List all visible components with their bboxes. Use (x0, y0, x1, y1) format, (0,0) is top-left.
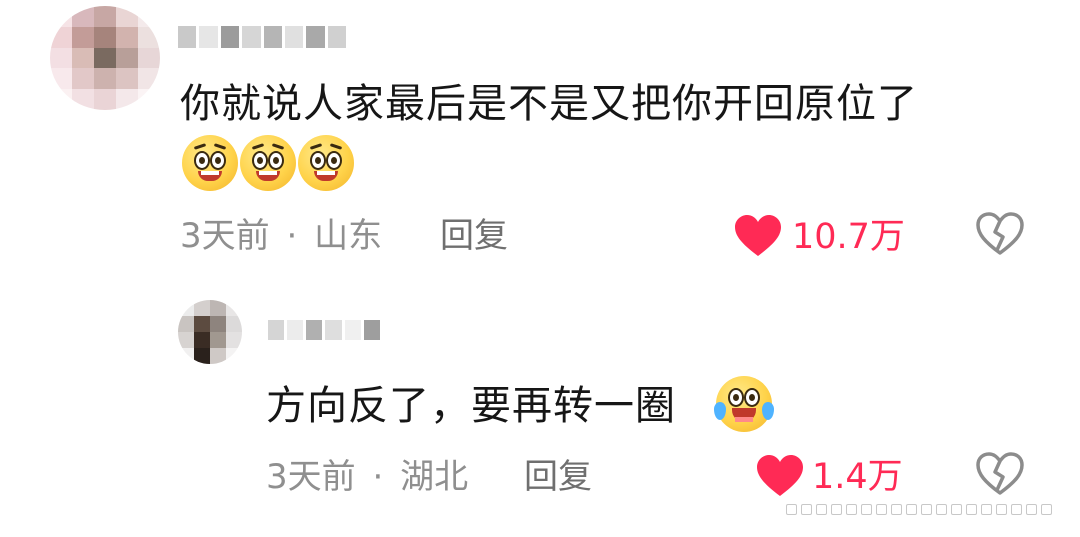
tears-of-joy-emoji (714, 376, 774, 432)
comment-meta: 3天前 · 山东 (180, 216, 382, 256)
like-count: 1.4万 (812, 457, 903, 497)
avatar[interactable] (50, 6, 160, 110)
reply-username[interactable] (268, 320, 380, 340)
username[interactable] (178, 26, 346, 48)
pleading-face-emoji (182, 135, 238, 191)
reply-avatar[interactable] (178, 300, 242, 364)
like-count: 10.7万 (792, 217, 905, 257)
reply-text: 方向反了，要再转一圈 (266, 383, 676, 429)
reply-meta: 3天前 · 湖北 (266, 457, 468, 497)
heart-icon (735, 215, 781, 256)
pleading-face-emoji (298, 135, 354, 191)
watermark (786, 504, 1052, 515)
meta-separator: · (286, 216, 298, 256)
heart-icon (757, 455, 803, 496)
like-button[interactable]: 1.4万 (756, 452, 916, 500)
timestamp: 3天前 (180, 216, 270, 256)
location: 湖北 (400, 457, 469, 497)
like-button[interactable]: 10.7万 (734, 212, 914, 260)
location: 山东 (314, 216, 383, 256)
pleading-face-emoji (240, 135, 296, 191)
broken-heart-icon[interactable] (976, 212, 1024, 256)
reply-button[interactable]: 回复 (524, 457, 592, 497)
comment-text: 你就说人家最后是不是又把你开回原位了 (180, 81, 918, 127)
timestamp: 3天前 (266, 457, 356, 497)
broken-heart-icon[interactable] (976, 452, 1024, 496)
meta-separator: · (372, 457, 384, 497)
reply-button[interactable]: 回复 (440, 216, 508, 256)
